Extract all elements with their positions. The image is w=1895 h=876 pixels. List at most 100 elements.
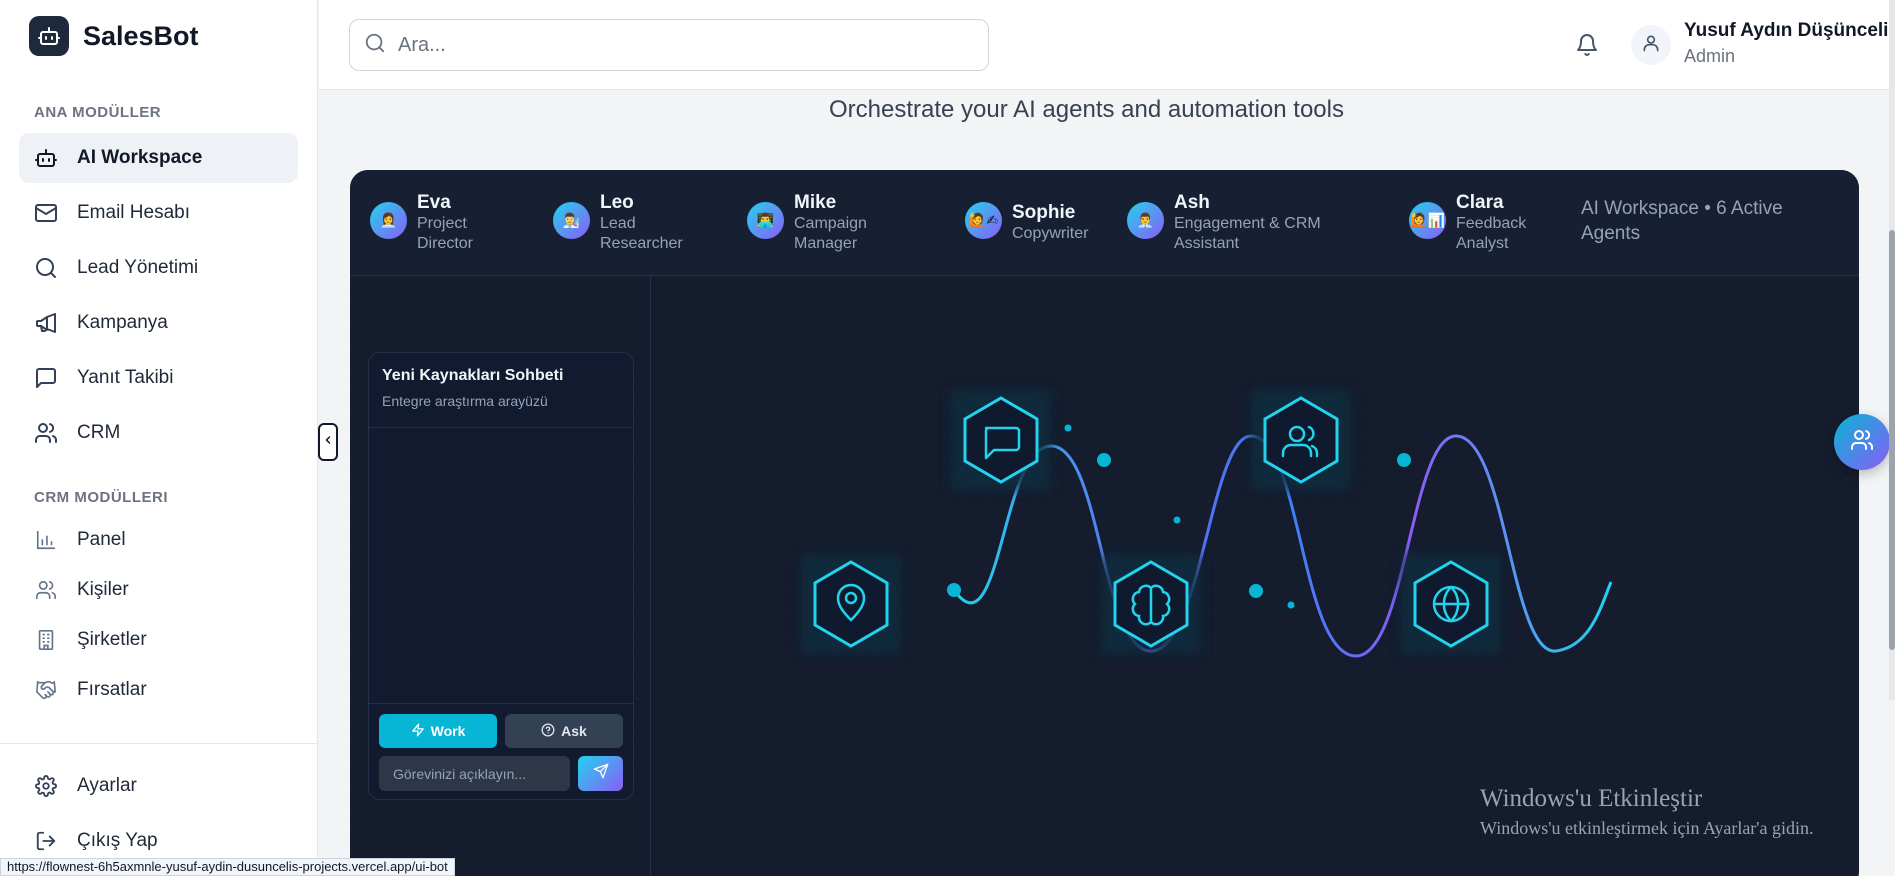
chat-card: Yeni Kaynakları Sohbeti Entegre araştırm… <box>368 352 634 800</box>
sidebar-item-crm[interactable]: CRM <box>19 408 298 458</box>
sidebar-item-panel[interactable]: Panel <box>19 515 298 565</box>
bot-logo-icon <box>29 16 69 56</box>
bell-icon[interactable] <box>1572 30 1602 60</box>
agent-card-ash[interactable]: 👨‍💼 Ash Engagement & CRM Assistant <box>1127 192 1344 254</box>
agent-avatar: 👨‍💼 <box>1127 202 1164 239</box>
sidebar-item-leads[interactable]: Lead Yönetimi <box>19 243 298 293</box>
agents-status: AI Workspace • 6 Active Agents <box>1581 198 1783 244</box>
agent-card-sophie[interactable]: 🙋✍ Sophie Copywriter <box>965 202 1088 244</box>
users-node <box>1251 390 1351 490</box>
agents-fab-button[interactable] <box>1834 414 1890 470</box>
help-circle-icon <box>541 723 555 740</box>
sidebar-item-label: CRM <box>77 422 121 443</box>
search-icon <box>33 255 59 281</box>
megaphone-icon <box>33 310 59 336</box>
users-icon <box>1850 428 1874 457</box>
agents-bar: 👩‍💼 Eva Project Director 👨‍🔬 Leo Lead Rese… <box>350 170 1859 276</box>
sidebar-item-contacts[interactable]: Kişiler <box>19 565 298 615</box>
sidebar-item-email[interactable]: Email Hesabı <box>19 188 298 238</box>
chevron-left-icon <box>322 433 334 451</box>
users-icon <box>33 577 59 603</box>
sidebar-item-ai-workspace[interactable]: AI Workspace <box>19 133 298 183</box>
agent-card-leo[interactable]: 👨‍🔬 Leo Lead Researcher <box>553 192 700 254</box>
agent-avatar: 👨‍🔬 <box>553 202 590 239</box>
windows-activation-subtitle: Windows'u etkinleştirmek için Ayarlar'a … <box>1480 818 1814 838</box>
agent-name: Sophie <box>1012 202 1076 223</box>
sidebar-item-label: Yanıt Takibi <box>77 367 174 388</box>
user-name[interactable]: Yusuf Aydın Düşünceli <box>1684 20 1888 42</box>
divider <box>369 703 633 704</box>
message-node <box>951 390 1051 490</box>
agent-avatar: 👨‍💻 <box>747 202 784 239</box>
sidebar: SalesBot ANA MODÜLLER AI Workspace Email… <box>0 0 318 876</box>
sidebar-item-campaign[interactable]: Kampanya <box>19 298 298 348</box>
agent-role: Campaign Manager <box>794 215 867 252</box>
user-icon <box>1641 33 1661 58</box>
search-input[interactable] <box>398 33 958 57</box>
sidebar-item-label: Fırsatlar <box>77 679 147 700</box>
agent-role: Engagement & CRM Assistant <box>1174 215 1321 252</box>
sidebar-item-opportunities[interactable]: Fırsatlar <box>19 665 298 715</box>
brand[interactable]: SalesBot <box>29 16 199 56</box>
location-node <box>801 554 901 654</box>
agent-card-eva[interactable]: 👩‍💼 Eva Project Director <box>370 192 497 254</box>
agent-name: Clara <box>1456 192 1504 213</box>
sidebar-item-label: Email Hesabı <box>77 202 190 223</box>
task-input[interactable] <box>379 756 570 791</box>
search-icon <box>364 32 386 59</box>
zap-icon <box>411 723 425 740</box>
gear-icon <box>33 773 59 799</box>
avatar[interactable] <box>1631 25 1671 65</box>
users-icon <box>33 420 59 446</box>
message-icon <box>33 365 59 391</box>
agent-name: Eva <box>417 192 451 213</box>
agent-role: Feedback Analyst <box>1456 215 1527 252</box>
sidebar-item-settings[interactable]: Ayarlar <box>19 761 298 811</box>
sidebar-item-companies[interactable]: Şirketler <box>19 615 298 665</box>
page-subtitle: Orchestrate your AI agents and automatio… <box>829 96 1344 123</box>
section-title-crm: CRM MODÜLLERI <box>34 489 168 506</box>
chat-subtitle: Entegre araştırma arayüzü <box>382 393 548 409</box>
search-bar[interactable] <box>349 19 989 71</box>
agent-avatar: 🙋✍ <box>965 202 1002 239</box>
windows-activation-title: Windows'u Etkinleştir <box>1480 785 1703 812</box>
sidebar-item-label: Kişiler <box>77 579 129 600</box>
sidebar-item-label: AI Workspace <box>77 147 203 168</box>
chat-column: Yeni Kaynakları Sohbeti Entegre araştırm… <box>350 276 651 876</box>
agent-role: Copywriter <box>1012 225 1089 242</box>
work-mode-label: Work <box>430 723 466 739</box>
sidebar-item-label: Şirketler <box>77 629 147 650</box>
mail-icon <box>33 200 59 226</box>
ask-mode-button[interactable]: Ask <box>505 714 623 748</box>
agent-avatar: 👩‍💼 <box>370 202 407 239</box>
sidebar-divider <box>0 743 318 744</box>
bar-chart-icon <box>33 527 59 553</box>
send-button[interactable] <box>578 756 623 791</box>
bot-icon <box>33 145 59 171</box>
agent-name: Leo <box>600 192 634 213</box>
divider <box>369 427 633 428</box>
top-header: Yusuf Aydın Düşünceli Admin <box>319 0 1895 90</box>
building-icon <box>33 627 59 653</box>
sidebar-collapse-button[interactable] <box>318 423 338 461</box>
sidebar-item-label: Çıkış Yap <box>77 830 158 851</box>
sidebar-item-label: Kampanya <box>77 312 168 333</box>
logout-icon <box>33 828 59 854</box>
section-title-main: ANA MODÜLLER <box>34 104 162 121</box>
scrollbar-thumb[interactable] <box>1889 230 1895 650</box>
agent-avatar: 🙋📊 <box>1409 202 1446 239</box>
ask-mode-label: Ask <box>561 723 587 739</box>
send-icon <box>593 763 609 784</box>
sidebar-item-label: Lead Yönetimi <box>77 257 199 278</box>
agent-role: Project Director <box>417 215 474 252</box>
brain-node <box>1101 554 1201 654</box>
sidebar-item-label: Panel <box>77 529 126 550</box>
agent-card-clara[interactable]: 🙋📊 Clara Feedback Analyst <box>1409 192 1536 254</box>
user-role: Admin <box>1684 46 1736 66</box>
work-mode-button[interactable]: Work <box>379 714 497 748</box>
agent-card-mike[interactable]: 👨‍💻 Mike Campaign Manager <box>747 192 894 254</box>
sidebar-item-label: Ayarlar <box>77 775 137 796</box>
status-url: https://flownest-6h5axmnle-yusuf-aydin-d… <box>0 858 455 876</box>
ai-workspace-panel: 👩‍💼 Eva Project Director 👨‍🔬 Leo Lead Rese… <box>350 170 1859 876</box>
sidebar-item-replies[interactable]: Yanıt Takibi <box>19 353 298 403</box>
